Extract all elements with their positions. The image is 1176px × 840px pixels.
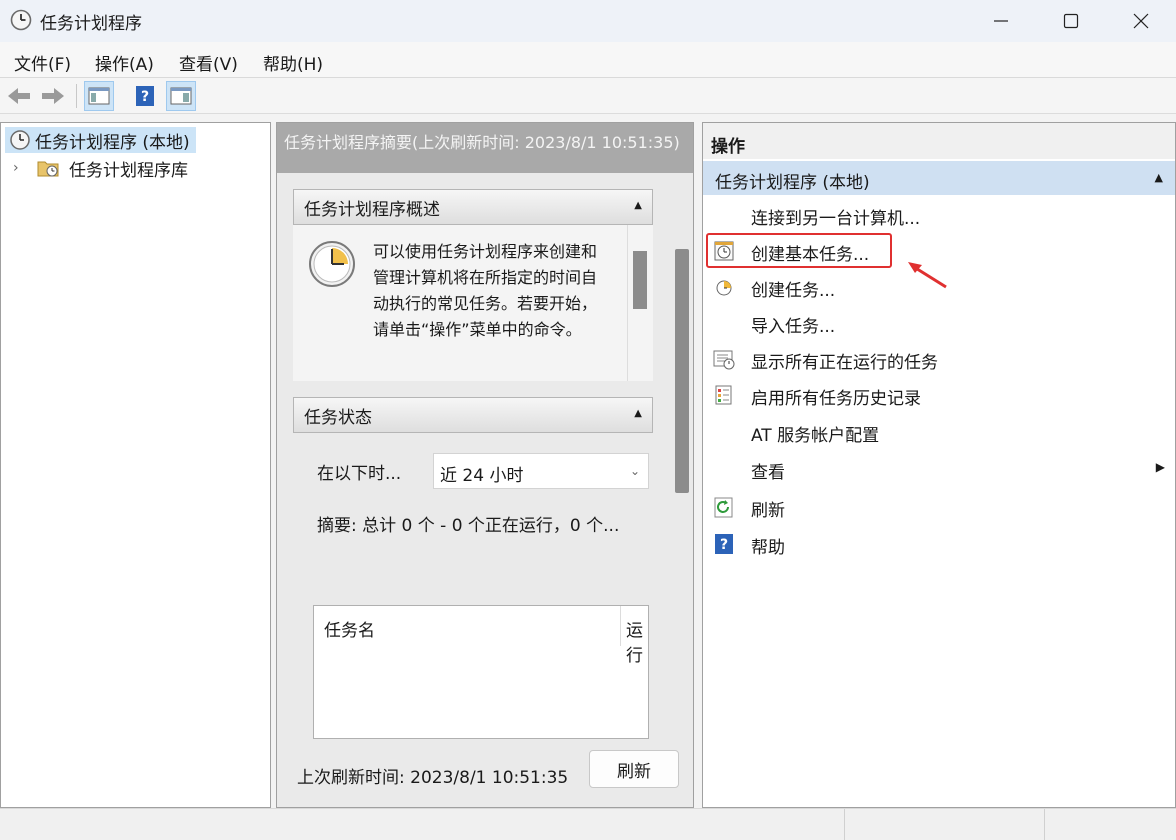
- menu-bar: 文件(F) 操作(A) 查看(V) 帮助(H): [0, 42, 1176, 78]
- overview-section-header[interactable]: 任务计划程序概述 ▲: [293, 189, 653, 225]
- large-clock-icon: [309, 241, 355, 287]
- status-section-header[interactable]: 任务状态 ▲: [293, 397, 653, 433]
- forward-arrow-icon: [42, 88, 64, 104]
- svg-text:?: ?: [720, 537, 728, 553]
- running-tasks-icon: [713, 350, 735, 370]
- summary-pane: 任务计划程序摘要(上次刷新时间: 2023/8/1 10:51:35) 任务计划…: [276, 122, 694, 808]
- menu-help[interactable]: 帮助(H): [263, 50, 323, 75]
- task-status-table: 任务名 运行: [313, 605, 649, 739]
- toolbar-separator: [76, 84, 77, 108]
- actions-group-header[interactable]: 任务计划程序 (本地) ▲: [703, 161, 1175, 195]
- refresh-button[interactable]: 刷新: [589, 750, 679, 788]
- action-label: 帮助: [751, 538, 785, 558]
- chevron-right-icon[interactable]: ›: [13, 160, 27, 176]
- action-show-running[interactable]: 显示所有正在运行的任务: [703, 341, 1175, 377]
- close-button[interactable]: [1106, 0, 1176, 42]
- tree-child-label: 任务计划程序库: [69, 160, 188, 181]
- collapse-up-icon[interactable]: ▲: [634, 408, 642, 419]
- show-action-pane-button[interactable]: [166, 81, 196, 111]
- status-bar: [0, 808, 1176, 840]
- action-label: 导入任务...: [751, 317, 836, 337]
- svg-text:?: ?: [141, 89, 149, 105]
- tree-root-label: 任务计划程序 (本地): [35, 132, 190, 153]
- action-label: AT 服务帐户配置: [751, 426, 880, 446]
- create-task-icon: [716, 280, 732, 296]
- action-refresh[interactable]: 刷新: [703, 489, 1175, 525]
- overview-title: 任务计划程序概述: [304, 199, 440, 220]
- status-period-label: 在以下时...: [317, 464, 402, 484]
- collapse-up-icon[interactable]: ▲: [634, 200, 642, 211]
- overview-description: 可以使用任务计划程序来创建和管理计算机将在所指定的时间自动执行的常见任务。若要开…: [373, 242, 598, 339]
- annotation-highlight-box: [706, 233, 892, 268]
- action-label: 查看: [751, 463, 785, 483]
- refresh-icon: [714, 497, 733, 518]
- tree-item-task-library[interactable]: › 任务计划程序库: [13, 155, 188, 181]
- title-bar: 任务计划程序: [0, 0, 1176, 42]
- actions-pane: 操作 任务计划程序 (本地) ▲ 连接到另一台计算机... 创建基本任务... …: [702, 122, 1176, 808]
- action-label: 创建任务...: [751, 281, 836, 301]
- status-title: 任务状态: [304, 407, 372, 428]
- overview-scroll-thumb[interactable]: [633, 251, 647, 309]
- minimize-icon: [994, 20, 1008, 22]
- maximize-icon: [1063, 13, 1079, 29]
- show-hide-console-tree-icon: [88, 87, 110, 105]
- status-period-select[interactable]: 近 24 小时 ⌄: [433, 453, 649, 489]
- submenu-arrow-icon: ▶: [1155, 460, 1165, 474]
- overview-content: 可以使用任务计划程序来创建和管理计算机将在所指定的时间自动执行的常见任务。若要开…: [293, 225, 653, 381]
- window-title: 任务计划程序: [40, 14, 142, 34]
- actions-group-label: 任务计划程序 (本地): [715, 173, 870, 193]
- action-label: 刷新: [751, 501, 785, 521]
- tree-item-scheduler-local[interactable]: 任务计划程序 (本地): [5, 127, 196, 153]
- summary-header: 任务计划程序摘要(上次刷新时间: 2023/8/1 10:51:35): [277, 123, 693, 173]
- summary-scrollbar[interactable]: [675, 249, 689, 493]
- task-history-icon: [715, 385, 732, 405]
- action-label: 显示所有正在运行的任务: [751, 353, 938, 373]
- action-at-service-account[interactable]: AT 服务帐户配置: [703, 414, 1175, 450]
- console-tree-pane: 任务计划程序 (本地) › 任务计划程序库: [0, 122, 271, 808]
- minimize-button[interactable]: [966, 0, 1036, 42]
- action-label: 启用所有任务历史记录: [751, 389, 921, 409]
- annotation-arrow-icon: [908, 262, 947, 289]
- status-divider: [1044, 809, 1045, 840]
- last-refresh-time: 上次刷新时间: 2023/8/1 10:51:35: [297, 768, 569, 788]
- help-icon: ?: [715, 534, 733, 554]
- show-console-tree-button[interactable]: [84, 81, 114, 111]
- actions-title: 操作: [703, 123, 1175, 159]
- status-summary: 摘要: 总计 0 个 - 0 个正在运行，0 个...: [317, 516, 620, 536]
- chevron-down-icon: ⌄: [629, 464, 640, 478]
- menu-view[interactable]: 查看(V): [179, 50, 238, 75]
- column-separator[interactable]: [620, 606, 621, 646]
- menu-file[interactable]: 文件(F): [14, 50, 71, 75]
- column-task-name[interactable]: 任务名: [324, 616, 375, 641]
- collapse-up-icon[interactable]: ▲: [1155, 171, 1163, 184]
- maximize-button[interactable]: [1036, 0, 1106, 42]
- help-icon: ?: [136, 86, 154, 106]
- toolbar: ?: [0, 78, 1176, 114]
- back-button[interactable]: [4, 81, 34, 111]
- clock-icon: [10, 130, 30, 150]
- close-icon: [1133, 13, 1149, 29]
- clock-app-icon: [10, 9, 32, 31]
- column-run[interactable]: 运行: [626, 616, 648, 666]
- action-enable-history[interactable]: 启用所有任务历史记录: [703, 377, 1175, 413]
- menu-action[interactable]: 操作(A): [95, 50, 154, 75]
- forward-button[interactable]: [38, 81, 68, 111]
- action-view[interactable]: 查看 ▶: [703, 451, 1175, 487]
- action-import-task[interactable]: 导入任务...: [703, 305, 1175, 341]
- action-connect-computer[interactable]: 连接到另一台计算机...: [703, 197, 1175, 233]
- help-toolbar-button[interactable]: ?: [130, 81, 160, 111]
- status-divider: [844, 809, 845, 840]
- folder-clock-icon: [37, 161, 59, 177]
- back-arrow-icon: [8, 88, 30, 104]
- status-period-value: 近 24 小时: [440, 466, 524, 486]
- action-label: 连接到另一台计算机...: [751, 209, 921, 229]
- action-help[interactable]: ? 帮助: [703, 526, 1175, 562]
- show-hide-action-pane-icon: [170, 87, 192, 105]
